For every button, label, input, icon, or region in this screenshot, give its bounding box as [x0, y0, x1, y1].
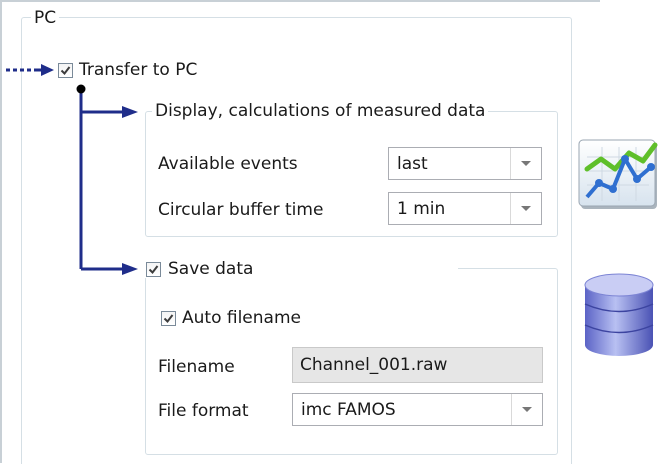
filename-label: Filename: [158, 357, 235, 377]
database-icon: [584, 273, 654, 356]
display-group-title: Display, calculations of measured data: [152, 101, 489, 121]
filename-field[interactable]: Channel_001.raw: [292, 347, 543, 383]
line-chart-icon: [578, 139, 658, 209]
save-data-label: Save data: [168, 259, 254, 279]
file-format-value: imc FAMOS: [301, 400, 396, 420]
file-format-select[interactable]: imc FAMOS: [292, 393, 543, 426]
auto-filename-label: Auto filename: [182, 308, 301, 328]
transfer-to-pc-label: Transfer to PC: [79, 60, 198, 80]
available-events-label: Available events: [158, 154, 298, 174]
checkmark-icon: [60, 66, 71, 76]
available-events-value: last: [397, 154, 428, 174]
circular-buffer-select[interactable]: 1 min: [388, 192, 542, 225]
checkmark-icon: [148, 265, 159, 275]
chevron-down-icon: [521, 161, 531, 166]
filename-value: Channel_001.raw: [300, 355, 448, 375]
available-events-select[interactable]: last: [388, 147, 542, 180]
transfer-to-pc-checkbox[interactable]: [58, 63, 73, 78]
chevron-down-icon: [522, 407, 532, 412]
circular-buffer-value: 1 min: [397, 199, 446, 219]
file-format-label: File format: [158, 401, 249, 421]
file-format-dropdown-button[interactable]: [511, 394, 542, 425]
available-events-dropdown-button[interactable]: [510, 148, 541, 179]
auto-filename-checkbox[interactable]: [161, 311, 176, 326]
save-data-checkbox[interactable]: [146, 262, 161, 277]
chevron-down-icon: [521, 206, 531, 211]
checkmark-icon: [163, 314, 174, 324]
circular-buffer-dropdown-button[interactable]: [510, 193, 541, 224]
circular-buffer-label: Circular buffer time: [158, 200, 324, 220]
